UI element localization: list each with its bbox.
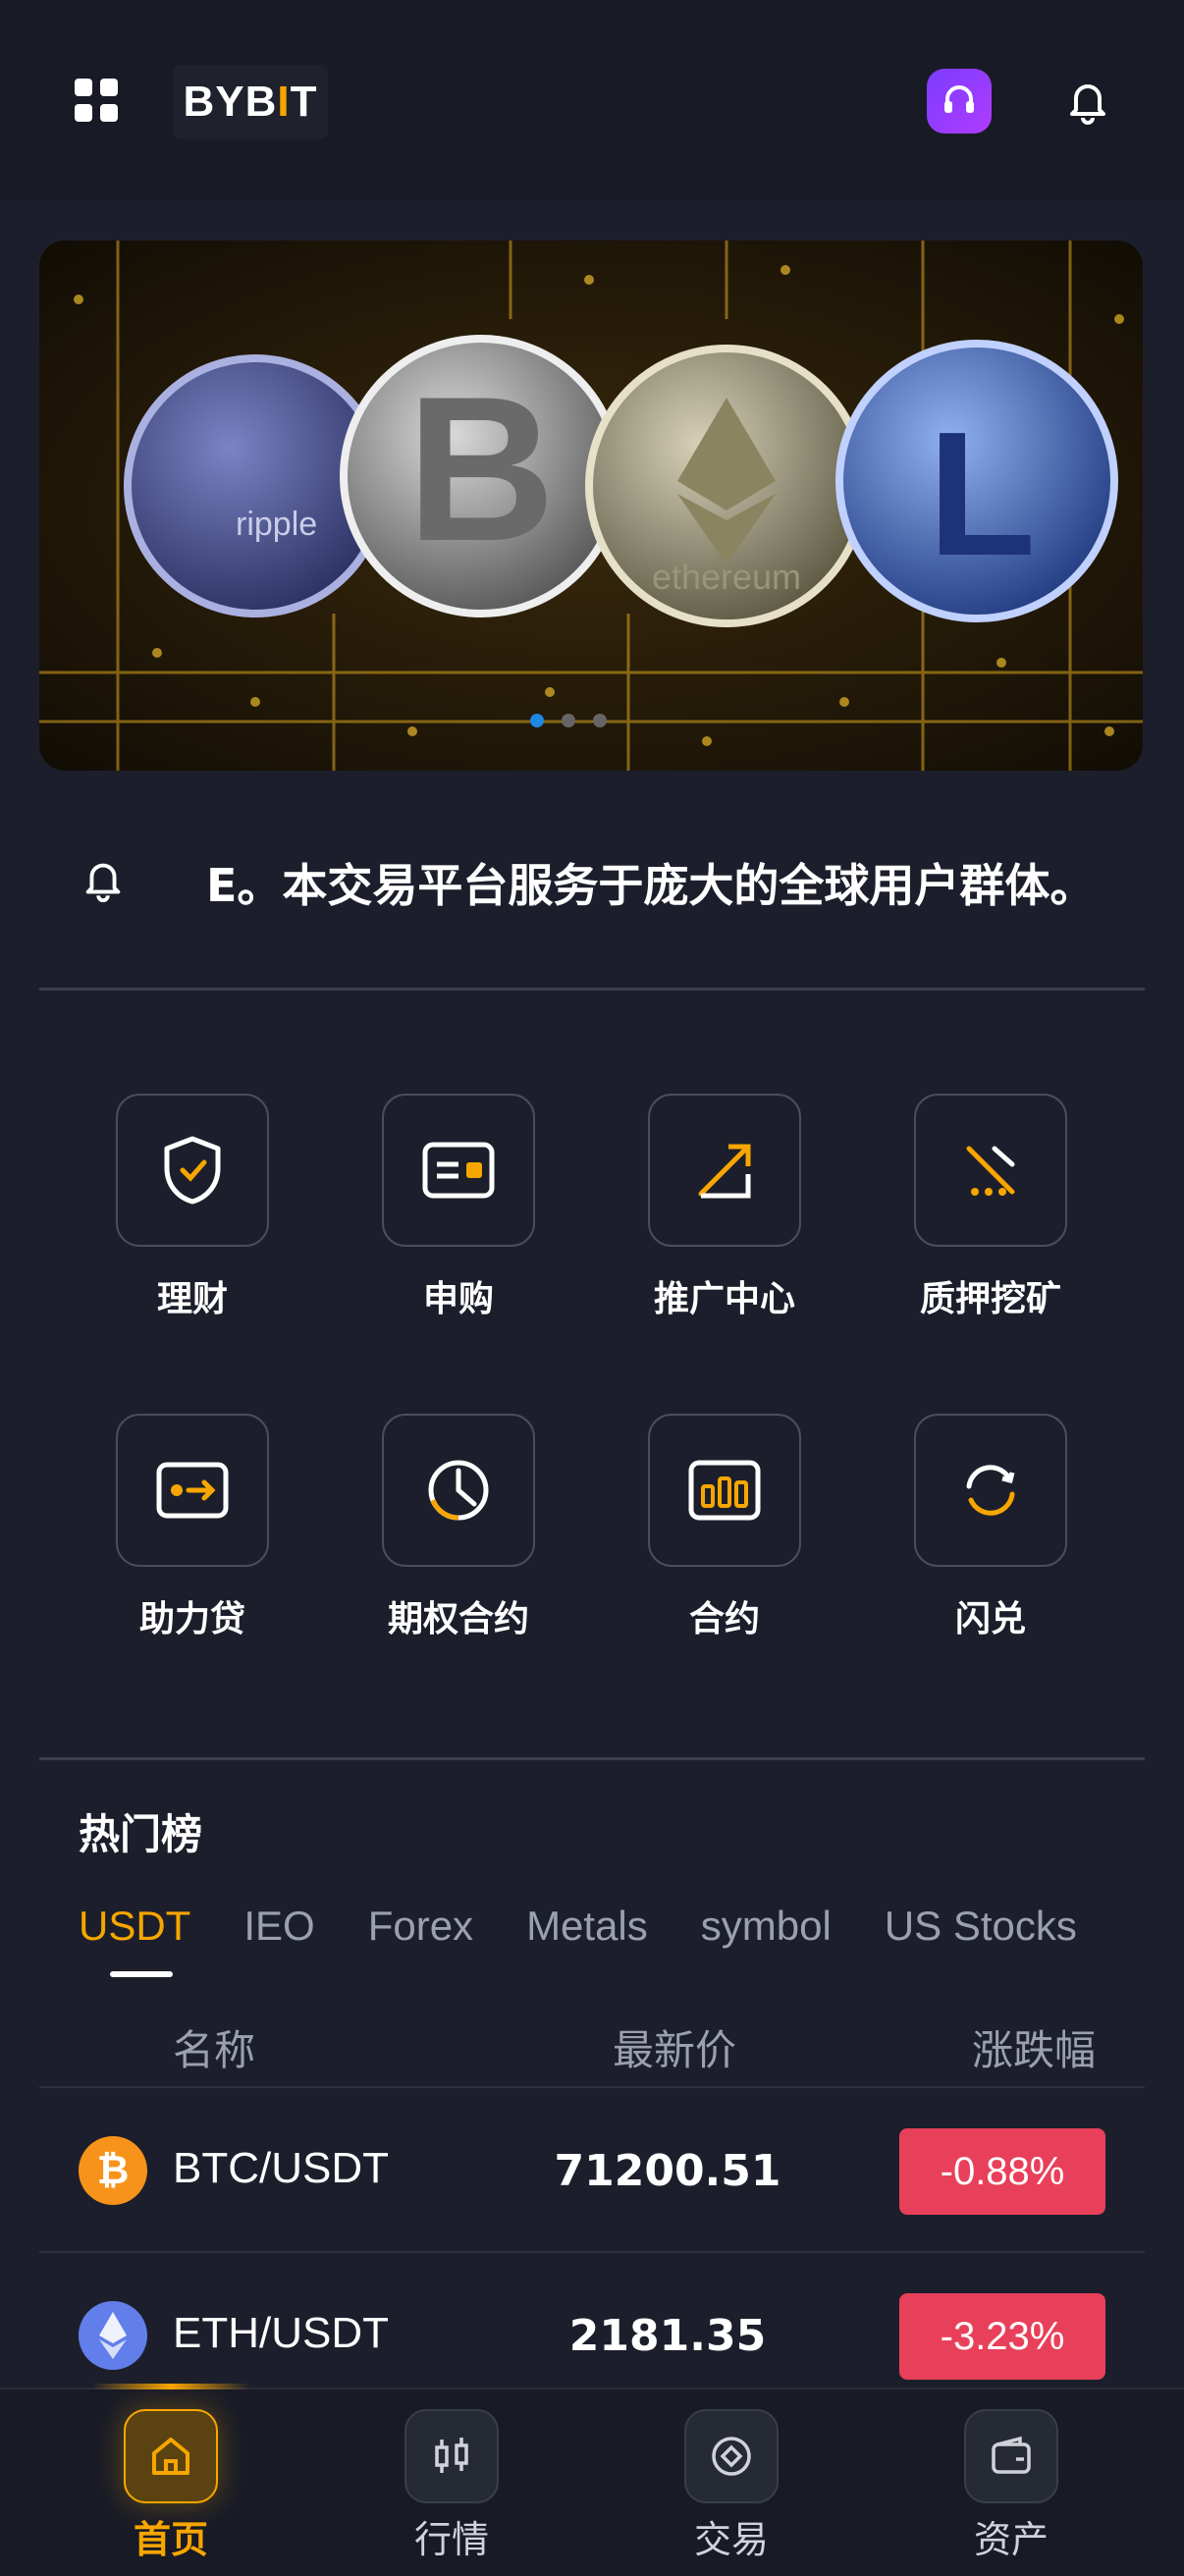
nav-market[interactable]: 行情 <box>353 2409 550 2563</box>
feature-label: 推广中心 <box>653 1279 795 1319</box>
feature-loan[interactable]: 助力贷 <box>59 1414 326 1641</box>
home-icon <box>124 2409 218 2503</box>
promo-banner[interactable]: ripple B ethereum L <box>39 241 1143 771</box>
wallet-icon <box>964 2409 1058 2503</box>
feature-label: 理财 <box>156 1279 228 1319</box>
tab-usdt[interactable]: USDT <box>79 1903 190 1950</box>
loan-card-icon <box>116 1414 269 1567</box>
divider <box>39 1757 1145 1760</box>
notice-bell-icon <box>79 854 128 903</box>
nav-label: 行情 <box>413 2518 489 2561</box>
svg-text:B: B <box>406 353 556 584</box>
nav-home[interactable]: 首页 <box>73 2409 269 2563</box>
shield-check-icon <box>116 1094 269 1247</box>
tab-metals[interactable]: Metals <box>526 1903 648 1950</box>
headset-icon[interactable] <box>927 69 992 134</box>
tab-ieo[interactable]: IEO <box>243 1903 314 1950</box>
feature-promotion[interactable]: 推广中心 <box>591 1094 858 1321</box>
feature-staking[interactable]: 质押挖矿 <box>857 1094 1124 1321</box>
nav-label: 首页 <box>133 2518 208 2561</box>
change-badge[interactable]: -3.23% <box>899 2293 1105 2380</box>
feature-label: 质押挖矿 <box>919 1279 1061 1319</box>
change-badge[interactable]: -0.88% <box>899 2128 1105 2215</box>
trade-icon <box>684 2409 779 2503</box>
column-name: 名称 <box>173 2026 256 2074</box>
carousel-dots[interactable] <box>530 714 607 727</box>
feature-label: 合约 <box>688 1599 760 1639</box>
candlestick-icon <box>404 2409 499 2503</box>
logo-bar: I <box>277 78 291 126</box>
ripple-label: ripple <box>236 506 317 543</box>
clock-chart-icon <box>382 1414 535 1567</box>
market-tabs: USDT IEO Forex Metals symbol US Stocks <box>79 1903 1077 1950</box>
grid-menu-icon[interactable] <box>75 79 120 124</box>
feature-label: 助力贷 <box>138 1599 245 1639</box>
divider <box>39 988 1145 991</box>
column-change: 涨跌幅 <box>972 2026 1097 2074</box>
bybit-logo[interactable]: BYB I T <box>173 65 328 139</box>
logo-text-end: T <box>290 78 318 126</box>
notice-bar[interactable]: E。本交易平台服务于庞大的全球用户群体。 <box>39 825 1143 942</box>
logo-text: BYB <box>183 78 278 126</box>
feature-label: 期权合约 <box>387 1599 529 1639</box>
app-header: BYB I T <box>0 0 1184 200</box>
last-price: 71200.51 <box>554 2146 781 2196</box>
notice-text: E。本交易平台服务于庞大的全球用户群体。 <box>206 859 1096 912</box>
ethereum-label: ethereum <box>652 557 801 597</box>
pair-name: BTC/USDT <box>173 2144 389 2192</box>
feature-label: 申购 <box>422 1279 494 1319</box>
last-price: 2181.35 <box>568 2311 767 2361</box>
pair-name: ETH/USDT <box>173 2309 389 2357</box>
svg-text:L: L <box>928 396 1036 593</box>
tab-forex[interactable]: Forex <box>368 1903 473 1950</box>
active-nav-glow <box>92 2384 249 2389</box>
feature-swap[interactable]: 闪兑 <box>857 1414 1124 1641</box>
column-price: 最新价 <box>613 2026 737 2074</box>
feature-label: 闪兑 <box>954 1599 1026 1639</box>
nav-assets[interactable]: 资产 <box>913 2409 1109 2563</box>
card-icon <box>382 1094 535 1247</box>
feature-options[interactable]: 期权合约 <box>325 1414 592 1641</box>
nav-trade[interactable]: 交易 <box>633 2409 830 2563</box>
btc-icon: ₿ <box>79 2136 147 2205</box>
hot-list-title: 热门榜 <box>79 1810 203 1858</box>
table-row[interactable]: ₿ BTC/USDT 71200.51 -0.88% <box>39 2087 1143 2252</box>
feature-licai[interactable]: 理财 <box>59 1094 326 1321</box>
exchange-icon <box>914 1414 1067 1567</box>
nav-label: 交易 <box>693 2518 769 2561</box>
bars-icon <box>648 1414 801 1567</box>
nav-label: 资产 <box>973 2518 1049 2561</box>
bell-icon[interactable] <box>1062 75 1113 126</box>
eth-icon <box>79 2301 147 2370</box>
pickaxe-icon <box>914 1094 1067 1247</box>
tab-us-stocks[interactable]: US Stocks <box>885 1903 1077 1950</box>
feature-contract[interactable]: 合约 <box>591 1414 858 1641</box>
arrow-up-right-icon <box>648 1094 801 1247</box>
tab-symbol[interactable]: symbol <box>701 1903 832 1950</box>
feature-shengou[interactable]: 申购 <box>325 1094 592 1321</box>
active-tab-indicator <box>110 1971 173 1977</box>
bottom-navigation: 首页 行情 交易 资产 <box>0 2388 1184 2576</box>
